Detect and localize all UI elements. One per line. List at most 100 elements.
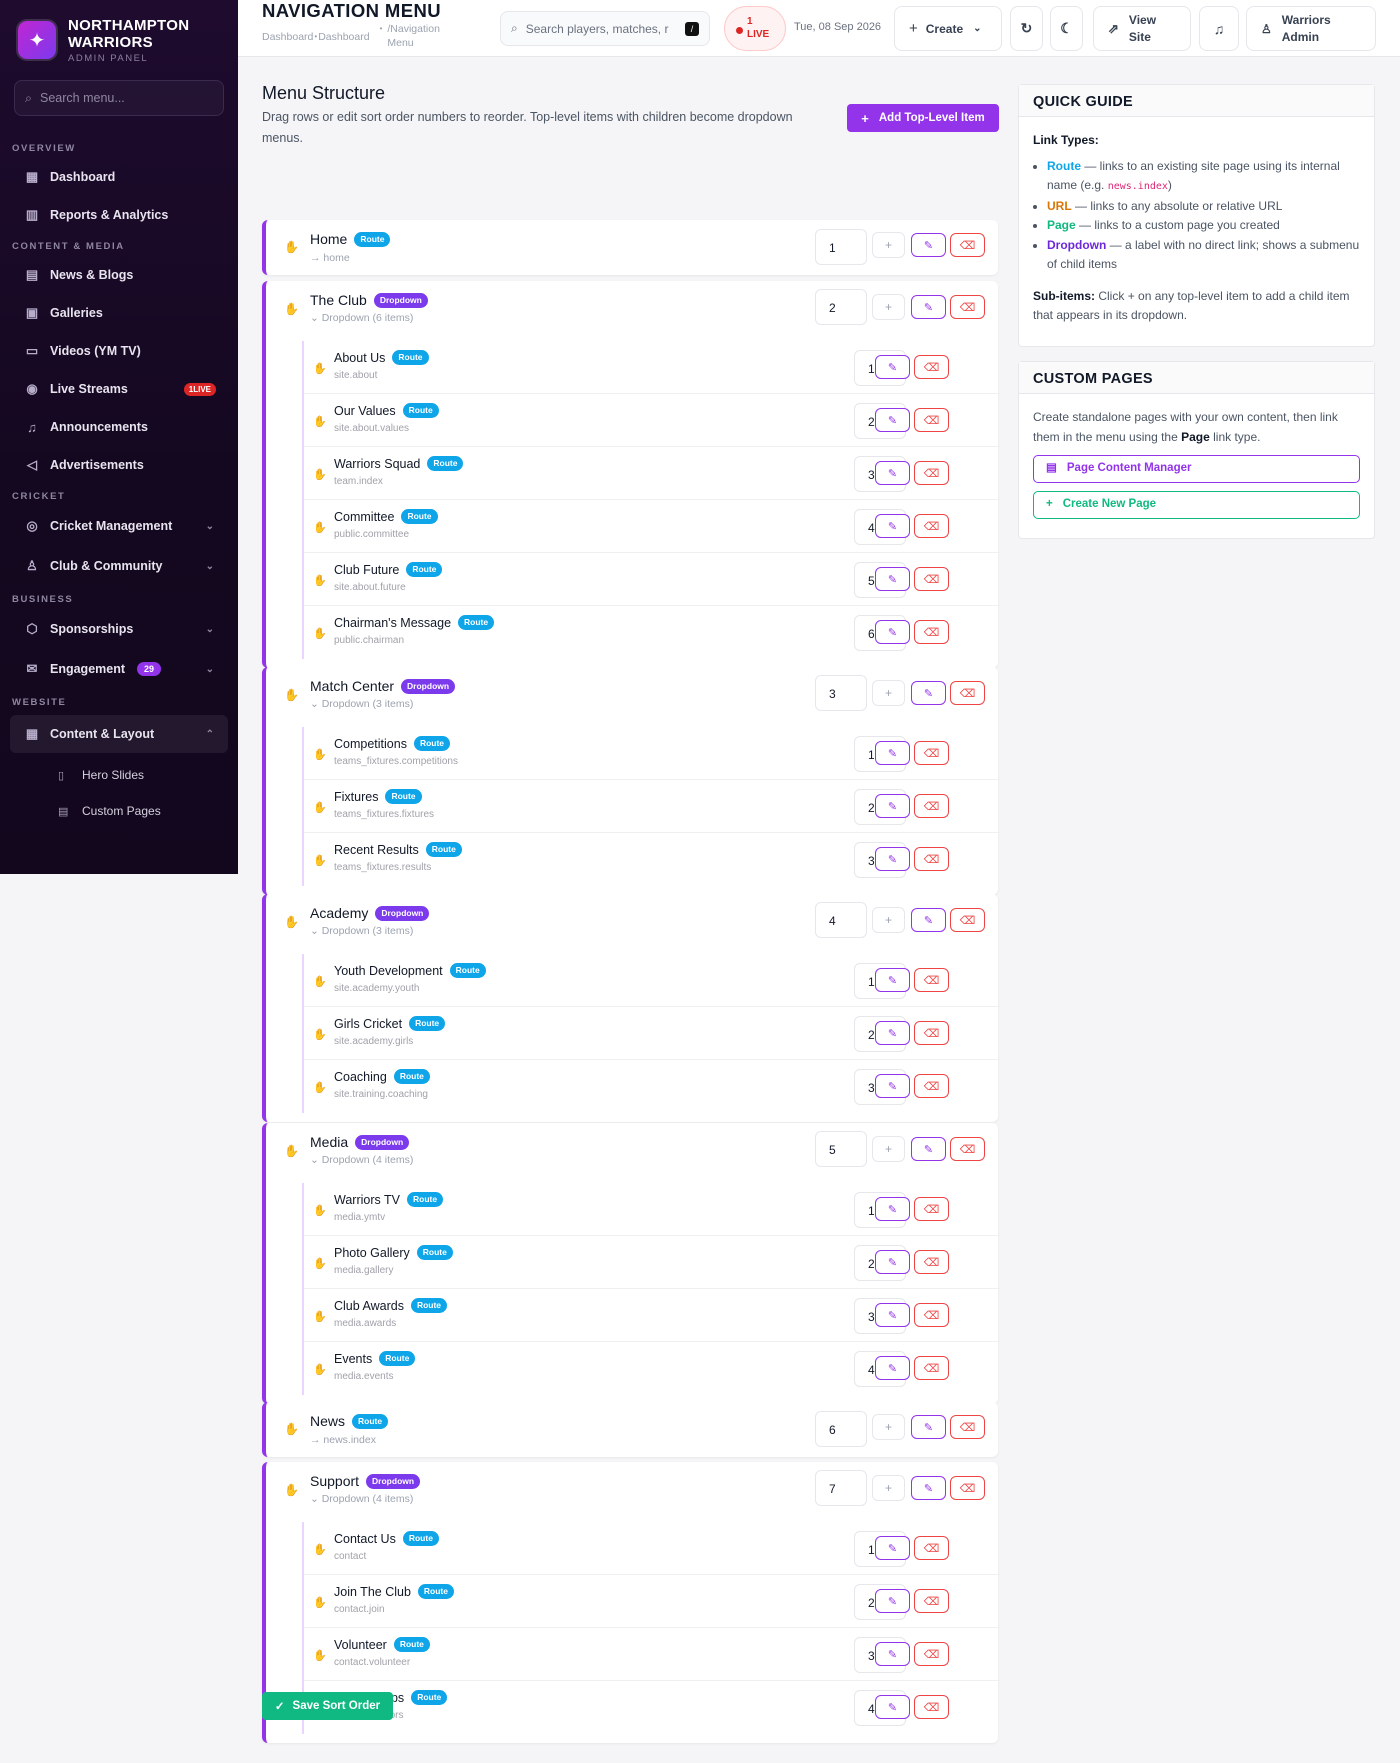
add-child-button[interactable]: + [872,907,905,933]
drag-handle-icon[interactable]: ✋ [313,854,327,867]
sidebar-item-reports[interactable]: ▥ Reports & Analytics [0,196,238,234]
sort-order-input[interactable]: 5 [815,1131,867,1167]
delete-button[interactable]: ⌫ [950,1137,985,1161]
drag-handle-icon[interactable]: ✋ [313,748,327,761]
delete-button[interactable]: ⌫ [914,408,949,432]
delete-button[interactable]: ⌫ [914,847,949,871]
delete-button[interactable]: ⌫ [914,1074,949,1098]
sidebar-item-news[interactable]: ▤ News & Blogs [0,256,238,294]
sidebar-subitem-custom-pages[interactable]: ▤ Custom Pages [0,793,238,829]
page-content-manager-button[interactable]: ▤ Page Content Manager [1033,455,1360,483]
sort-order-input[interactable]: 7 [815,1470,867,1506]
delete-button[interactable]: ⌫ [950,1415,985,1439]
drag-handle-icon[interactable]: ✋ [313,627,327,640]
edit-button[interactable]: ✎ [875,1536,910,1560]
sidebar-item-club-community[interactable]: ♙ Club & Community ⌄ [0,546,238,586]
edit-button[interactable]: ✎ [911,233,946,257]
drag-handle-icon[interactable]: ✋ [313,468,327,481]
drag-handle-icon[interactable]: ✋ [313,1257,327,1270]
sidebar-item-live-streams[interactable]: ◉ Live Streams 1LIVE [0,370,238,408]
notifications-button[interactable]: ♫ [1199,6,1239,51]
edit-button[interactable]: ✎ [875,1303,910,1327]
sidebar-subitem-hero-slides[interactable]: ▯ Hero Slides [0,757,238,793]
edit-button[interactable]: ✎ [875,794,910,818]
drag-handle-icon[interactable]: ✋ [313,1649,327,1662]
edit-button[interactable]: ✎ [875,741,910,765]
edit-button[interactable]: ✎ [911,295,946,319]
sidebar-item-cricket-management[interactable]: ◎ Cricket Management ⌄ [0,506,238,546]
add-child-button[interactable]: + [872,1136,905,1162]
delete-button[interactable]: ⌫ [914,1356,949,1380]
edit-button[interactable]: ✎ [875,1589,910,1613]
drag-handle-icon[interactable]: ✋ [313,1363,327,1376]
sort-order-input[interactable]: 1 [815,229,867,265]
drag-handle-icon[interactable]: ✋ [313,1310,327,1323]
sidebar-item-sponsorships[interactable]: ⬡ Sponsorships ⌄ [0,609,238,649]
sidebar-search-input[interactable]: ⌕ Search menu... [14,80,224,116]
drag-handle-icon[interactable]: ✋ [313,1081,327,1094]
club-logo[interactable]: ✦ [18,21,56,59]
add-child-button[interactable]: + [872,294,905,320]
add-child-button[interactable]: + [872,680,905,706]
global-search-input[interactable]: ⌕ Search players, matches, r / [500,11,710,46]
delete-button[interactable]: ⌫ [950,1476,985,1500]
drag-handle-icon[interactable]: ✋ [284,1483,299,1497]
delete-button[interactable]: ⌫ [914,461,949,485]
save-sort-order-button[interactable]: ✓ Save Sort Order [262,1692,393,1720]
delete-button[interactable]: ⌫ [914,1021,949,1045]
sidebar-item-videos[interactable]: ▭ Videos (YM TV) [0,332,238,370]
delete-button[interactable]: ⌫ [914,968,949,992]
create-button[interactable]: + Create ⌄ [894,6,1002,51]
live-indicator[interactable]: 1 LIVE [724,6,786,51]
sidebar-item-dashboard[interactable]: ▦ Dashboard [0,158,238,196]
edit-button[interactable]: ✎ [875,1642,910,1666]
sidebar-item-content-layout[interactable]: ▦ Content & Layout ⌃ [10,715,228,753]
delete-button[interactable]: ⌫ [950,908,985,932]
sort-order-input[interactable]: 6 [815,1411,867,1447]
edit-button[interactable]: ✎ [875,968,910,992]
delete-button[interactable]: ⌫ [950,295,985,319]
sidebar-item-announcements[interactable]: ♫ Announcements [0,408,238,446]
edit-button[interactable]: ✎ [875,1356,910,1380]
delete-button[interactable]: ⌫ [914,1250,949,1274]
delete-button[interactable]: ⌫ [914,741,949,765]
delete-button[interactable]: ⌫ [914,567,949,591]
delete-button[interactable]: ⌫ [914,1695,949,1719]
sidebar-item-engagement[interactable]: ✉ Engagement 29 ⌄ [0,649,238,689]
edit-button[interactable]: ✎ [911,908,946,932]
sort-order-input[interactable]: 4 [815,902,867,938]
edit-button[interactable]: ✎ [875,1021,910,1045]
view-site-button[interactable]: ⇗ View Site [1093,6,1191,51]
delete-button[interactable]: ⌫ [950,681,985,705]
edit-button[interactable]: ✎ [911,1415,946,1439]
delete-button[interactable]: ⌫ [914,620,949,644]
create-new-page-button[interactable]: + Create New Page [1033,491,1360,519]
delete-button[interactable]: ⌫ [914,1589,949,1613]
dark-mode-toggle[interactable]: ☾ [1050,6,1083,51]
edit-button[interactable]: ✎ [875,567,910,591]
drag-handle-icon[interactable]: ✋ [313,521,327,534]
edit-button[interactable]: ✎ [875,620,910,644]
drag-handle-icon[interactable]: ✋ [284,240,299,254]
sidebar-item-advertisements[interactable]: ◁ Advertisements [0,446,238,484]
edit-button[interactable]: ✎ [875,408,910,432]
delete-button[interactable]: ⌫ [914,1197,949,1221]
delete-button[interactable]: ⌫ [914,355,949,379]
add-child-button[interactable]: + [872,232,905,258]
drag-handle-icon[interactable]: ✋ [313,415,327,428]
edit-button[interactable]: ✎ [875,1197,910,1221]
edit-button[interactable]: ✎ [875,514,910,538]
drag-handle-icon[interactable]: ✋ [313,801,327,814]
edit-button[interactable]: ✎ [875,461,910,485]
drag-handle-icon[interactable]: ✋ [284,688,299,702]
breadcrumb-dashboard-2[interactable]: Dashboard [318,30,369,50]
delete-button[interactable]: ⌫ [914,794,949,818]
drag-handle-icon[interactable]: ✋ [313,975,327,988]
delete-button[interactable]: ⌫ [914,1642,949,1666]
edit-button[interactable]: ✎ [911,1476,946,1500]
delete-button[interactable]: ⌫ [950,233,985,257]
edit-button[interactable]: ✎ [875,1695,910,1719]
add-child-button[interactable]: + [872,1475,905,1501]
drag-handle-icon[interactable]: ✋ [284,915,299,929]
add-top-level-item-button[interactable]: + Add Top-Level Item [847,104,999,132]
